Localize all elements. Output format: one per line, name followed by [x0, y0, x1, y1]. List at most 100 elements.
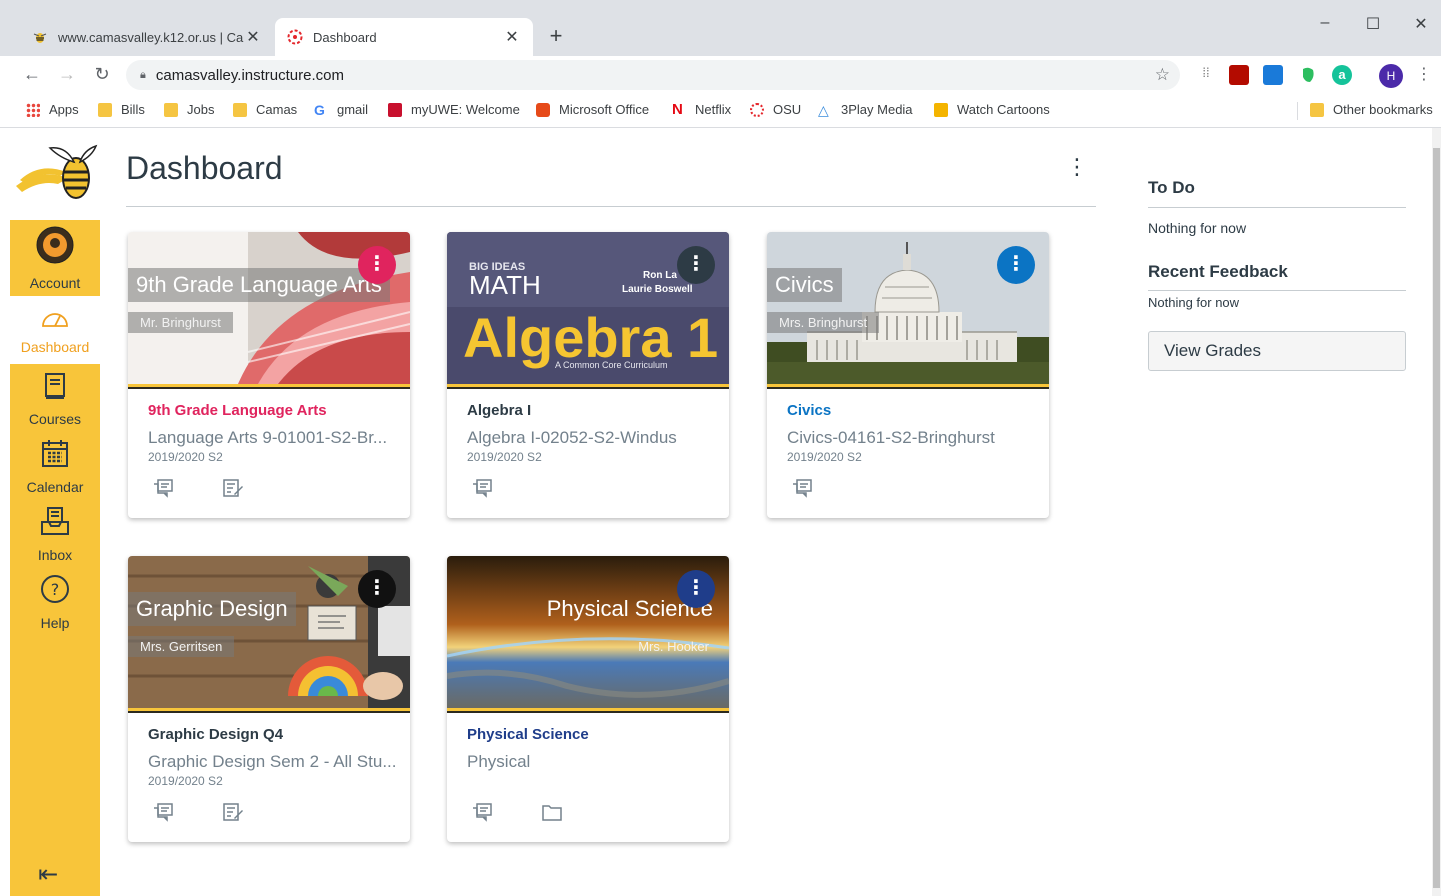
hornet-favicon-icon [32, 29, 48, 45]
course-card-hero[interactable]: Graphic Design Mrs. Gerritsen ⋮ [128, 556, 410, 708]
bookmark-label: Jobs [187, 102, 215, 117]
tab-close-icon[interactable]: ✕ [244, 27, 262, 47]
collapse-nav-icon[interactable]: ⇤ [38, 860, 58, 889]
course-card-algebra[interactable]: BIG IDEAS MATH Ron La Laurie Boswell Alg… [447, 232, 729, 518]
course-code: Algebra I-02052-S2-Windus [467, 428, 677, 447]
url-text: camasvalley.instructure.com [155, 66, 344, 84]
maximize-button[interactable]: ☐ [1350, 14, 1396, 34]
course-card-hero[interactable]: 9th Grade Language Arts Mr. Bringhurst ⋮ [128, 232, 410, 384]
nav-label: Account [29, 275, 81, 291]
forward-arrow-icon[interactable]: → [55, 64, 79, 85]
course-term: 2019/2020 S2 [467, 450, 542, 464]
grammarly-extension-icon[interactable]: a [1332, 65, 1352, 85]
hero-sub-text: A Common Core Curriculum [555, 360, 668, 370]
bookmarks-bar: Apps Bills Jobs Camas G gmail myUWE: Wel… [0, 94, 1441, 128]
course-name-link[interactable]: Civics [787, 402, 831, 419]
address-bar[interactable]: 🔒︎ camasvalley.instructure.com ☆ [126, 60, 1180, 90]
course-card-hero[interactable]: Civics Mrs. Bringhurst ⋮ [767, 232, 1049, 384]
reload-icon[interactable]: ↻ [90, 64, 114, 85]
scrollbar-thumb[interactable] [1433, 148, 1440, 888]
bookmark-label: 3Play Media [841, 102, 913, 117]
view-grades-button[interactable]: View Grades [1148, 331, 1406, 371]
bookmark-jobs[interactable]: Jobs [164, 102, 214, 117]
tab-dashboard[interactable]: Dashboard ✕ [275, 18, 533, 56]
assignments-icon[interactable] [221, 478, 245, 500]
card-options-icon[interactable]: ⋮ [677, 570, 715, 608]
browser-chrome: www.camasvalley.k12.or.us | Cam ✕ Dashbo… [0, 0, 1441, 128]
announcements-icon[interactable] [470, 478, 494, 500]
course-card-physical-science[interactable]: Physical Science Mrs. Hooker ⋮ Physical … [447, 556, 729, 842]
bookmark-myuwe[interactable]: myUWE: Welcome [388, 102, 520, 117]
card-options-icon[interactable]: ⋮ [358, 570, 396, 608]
close-window-button[interactable]: ✕ [1398, 14, 1441, 34]
bookmark-3play-media[interactable]: △ 3Play Media [818, 102, 913, 117]
tab-close-icon[interactable]: ✕ [503, 27, 521, 47]
canvas-favicon-icon [287, 29, 303, 45]
office-extension-icon[interactable] [1263, 65, 1283, 85]
card-options-icon[interactable]: ⋮ [997, 246, 1035, 284]
back-arrow-icon[interactable]: ← [20, 64, 44, 85]
nav-inbox[interactable]: Inbox [10, 506, 100, 563]
assignments-icon[interactable] [221, 802, 245, 824]
window-border [0, 128, 10, 896]
nav-dashboard[interactable]: Dashboard [10, 296, 100, 364]
bookmark-microsoft-office[interactable]: Microsoft Office [536, 102, 649, 117]
course-card-civics[interactable]: Civics Mrs. Bringhurst ⋮ Civics Civics-0… [767, 232, 1049, 518]
browser-menu-icon[interactable]: ⋮ [1416, 64, 1432, 84]
bookmark-other-bookmarks[interactable]: Other bookmarks [1310, 102, 1433, 117]
pdf-extension-icon[interactable] [1229, 65, 1249, 85]
bookmark-camas[interactable]: Camas [233, 102, 297, 117]
nav-courses[interactable]: Courses [10, 372, 100, 427]
folder-icon [164, 102, 178, 117]
bookmark-netflix[interactable]: N Netflix [672, 102, 731, 118]
announcements-icon[interactable] [470, 802, 494, 824]
course-card-hero[interactable]: BIG IDEAS MATH Ron La Laurie Boswell Alg… [447, 232, 729, 384]
bookmark-apps[interactable]: Apps [26, 102, 79, 117]
google-icon: G [314, 101, 325, 118]
minimize-button[interactable]: – [1302, 14, 1348, 32]
bookmark-bills[interactable]: Bills [98, 102, 145, 117]
folder-icon [98, 102, 112, 117]
files-icon[interactable] [540, 802, 564, 824]
hero-title: 9th Grade Language Arts [128, 268, 390, 302]
course-card-language-arts[interactable]: 9th Grade Language Arts Mr. Bringhurst ⋮… [128, 232, 410, 518]
course-code: Graphic Design Sem 2 - All Stu... [148, 752, 397, 771]
nav-account[interactable]: Account [10, 226, 100, 291]
tab-camasvalley[interactable]: www.camasvalley.k12.or.us | Cam ✕ [20, 18, 274, 56]
calendar-icon [10, 438, 100, 475]
extension-bars-icon[interactable]: ⁞⁞ [1196, 65, 1216, 85]
new-tab-button[interactable]: + [544, 24, 568, 48]
hero-bar [767, 384, 1049, 389]
course-name-link[interactable]: 9th Grade Language Arts [148, 402, 327, 419]
folder-icon [1310, 102, 1324, 117]
announcements-icon[interactable] [151, 478, 175, 500]
announcements-icon[interactable] [790, 478, 814, 500]
course-card-hero[interactable]: Physical Science Mrs. Hooker ⋮ [447, 556, 729, 708]
nav-help[interactable]: ? Help [10, 574, 100, 631]
card-options-icon[interactable]: ⋮ [677, 246, 715, 284]
page-scrollbar[interactable] [1432, 128, 1441, 896]
bookmark-star-icon[interactable]: ☆ [1155, 65, 1170, 85]
todo-empty-text: Nothing for now [1148, 220, 1247, 236]
announcements-icon[interactable] [151, 802, 175, 824]
card-options-icon[interactable]: ⋮ [358, 246, 396, 284]
lock-icon: 🔒︎ [140, 68, 146, 81]
course-name-link[interactable]: Graphic Design Q4 [148, 726, 283, 743]
evernote-extension-icon[interactable] [1298, 65, 1318, 85]
bookmark-watch-cartoons[interactable]: Watch Cartoons [934, 102, 1050, 117]
school-logo[interactable] [10, 128, 100, 220]
nav-label: Calendar [26, 479, 84, 495]
nav-calendar[interactable]: Calendar [10, 438, 100, 495]
dashboard-options-icon[interactable]: ⋮ [1066, 154, 1088, 180]
course-code: Language Arts 9-01001-S2-Br... [148, 428, 388, 447]
course-name-link[interactable]: Physical Science [467, 726, 589, 743]
course-term: 2019/2020 S2 [148, 450, 223, 464]
bookmark-label: Watch Cartoons [957, 102, 1050, 117]
bookmark-gmail[interactable]: G gmail [314, 102, 368, 117]
course-name-link[interactable]: Algebra I [467, 402, 531, 419]
course-card-graphic-design[interactable]: Graphic Design Mrs. Gerritsen ⋮ Graphic … [128, 556, 410, 842]
profile-avatar[interactable]: H [1379, 64, 1403, 88]
hero-bar [128, 708, 410, 713]
canvas-icon [750, 102, 764, 117]
bookmark-osu[interactable]: OSU [750, 102, 801, 117]
